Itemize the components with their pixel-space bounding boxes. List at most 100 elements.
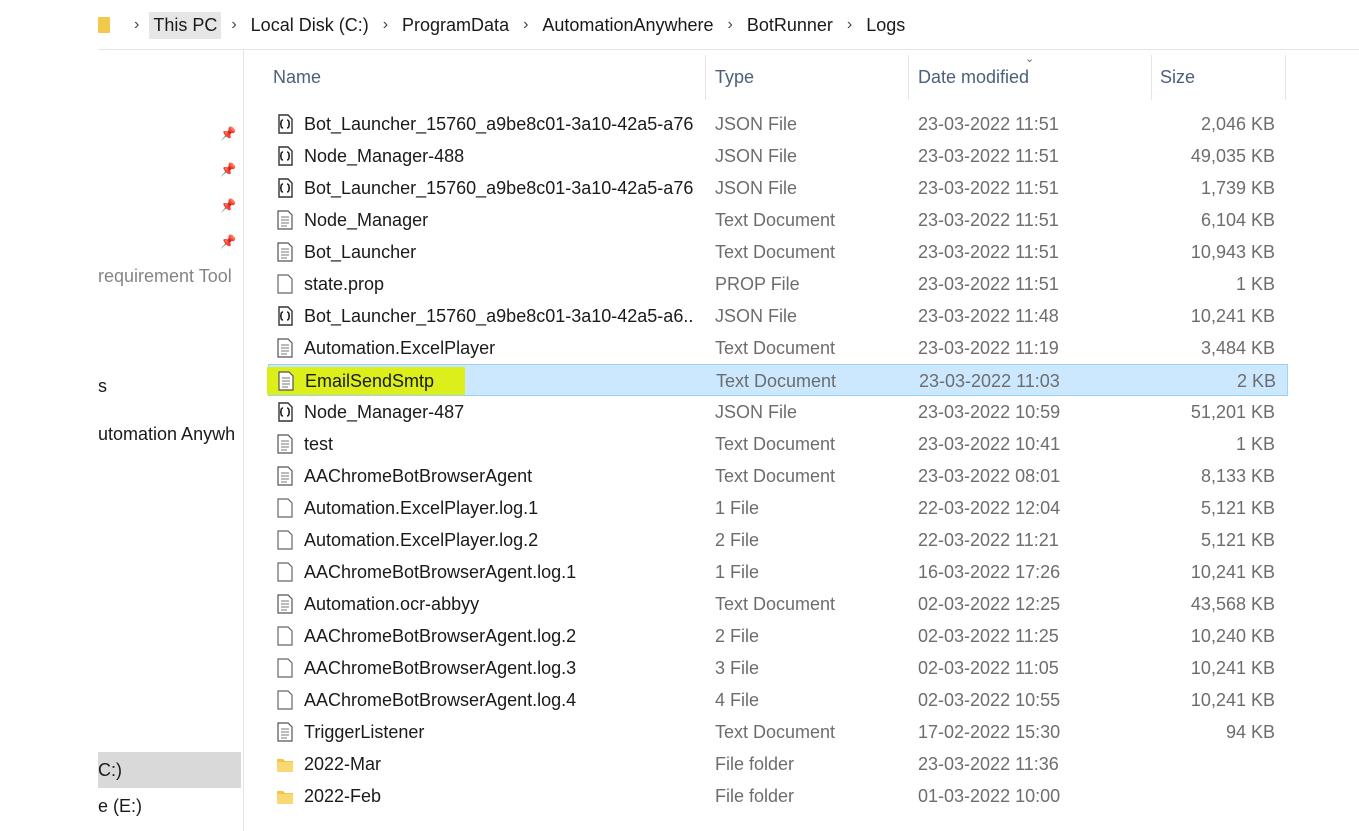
file-row[interactable]: Bot_Launcher_15760_a9be8c01-3a10-42a5-a6… — [268, 300, 1288, 332]
file-row[interactable]: Bot_Launcher_15760_a9be8c01-3a10-42a5-a7… — [268, 172, 1288, 204]
column-header-name[interactable]: Name — [273, 55, 703, 100]
file-name[interactable]: 2022-Mar — [304, 748, 694, 780]
file-date-modified: 23-03-2022 11:03 — [919, 371, 1060, 391]
pin-icon[interactable]: 📌 — [220, 198, 236, 213]
chevron-right-icon[interactable]: › — [134, 16, 139, 34]
column-divider[interactable] — [908, 55, 909, 100]
file-size: 8,133 KB — [1200, 466, 1275, 486]
chevron-right-icon[interactable]: › — [383, 16, 388, 34]
file-type: PROP File — [715, 274, 800, 294]
file-row[interactable]: AAChromeBotBrowserAgent Text Document 23-0… — [268, 460, 1288, 492]
file-type: Text Document — [716, 371, 837, 391]
blank-file-icon — [276, 530, 294, 550]
breadcrumb-programdata[interactable]: ProgramData — [398, 12, 513, 39]
file-row[interactable]: TriggerListener Text Document 17-02-2022 1… — [268, 716, 1288, 748]
column-header-size[interactable]: Size — [1160, 55, 1280, 100]
file-date-modified: 02-03-2022 11:05 — [918, 658, 1059, 678]
file-row[interactable]: Automation.ExcelPlayer.log.2 2 File 22-03-… — [268, 524, 1288, 556]
file-name[interactable]: 2022-Feb — [304, 780, 694, 812]
chevron-right-icon[interactable]: › — [847, 16, 852, 34]
folder-icon — [276, 786, 294, 806]
column-header-type[interactable]: Type — [715, 55, 905, 100]
file-row[interactable]: Automation.ExcelPlayer Text Document 23-03… — [268, 332, 1288, 364]
column-divider[interactable] — [1285, 55, 1286, 100]
file-row[interactable]: 2022-Mar File folder 23-03-2022 11:36 — [268, 748, 1288, 780]
chevron-right-icon[interactable]: › — [231, 16, 236, 34]
nav-item-automation-anywhere[interactable]: utomation Anywh — [98, 424, 235, 445]
file-row[interactable]: Automation.ExcelPlayer.log.1 1 File 22-03-… — [268, 492, 1288, 524]
breadcrumb-automationanywhere[interactable]: AutomationAnywhere — [538, 12, 717, 39]
file-name[interactable]: EmailSendSmtp — [305, 365, 695, 397]
breadcrumb-botrunner[interactable]: BotRunner — [743, 12, 837, 39]
file-name[interactable]: Automation.ExcelPlayer.log.1 — [304, 492, 694, 524]
file-name[interactable]: Automation.ocr-abbyy — [304, 588, 694, 620]
file-date-modified: 23-03-2022 11:51 — [918, 274, 1059, 294]
pin-icon[interactable]: 📌 — [220, 162, 236, 177]
chevron-right-icon[interactable]: › — [523, 16, 528, 34]
file-name[interactable]: Bot_Launcher_15760_a9be8c01-3a10-42a5-a7… — [304, 172, 694, 204]
pin-icon[interactable]: 📌 — [220, 126, 236, 141]
nav-item-requirement-tool[interactable]: requirement Tool — [98, 266, 232, 287]
file-row[interactable]: Automation.ocr-abbyy Text Document 02-03-2… — [268, 588, 1288, 620]
file-name[interactable]: AAChromeBotBrowserAgent.log.4 — [304, 684, 694, 716]
file-row[interactable]: Bot_Launcher_15760_a9be8c01-3a10-42a5-a7… — [268, 108, 1288, 140]
file-name[interactable]: Bot_Launcher_15760_a9be8c01-3a10-42a5-a7… — [304, 108, 694, 140]
file-name[interactable]: Bot_Launcher_15760_a9be8c01-3a10-42a5-a6… — [304, 300, 694, 332]
nav-item-drive-e[interactable]: e (E:) — [98, 796, 142, 817]
breadcrumb-this-pc[interactable]: This PC — [149, 11, 222, 39]
file-name[interactable]: TriggerListener — [304, 716, 694, 748]
nav-item-s[interactable]: s — [98, 376, 107, 397]
file-date-modified: 23-03-2022 11:36 — [918, 754, 1059, 774]
file-type: Text Document — [715, 434, 836, 454]
file-row[interactable]: 2022-Feb File folder 01-03-2022 10:00 — [268, 780, 1288, 812]
file-name[interactable]: AAChromeBotBrowserAgent.log.1 — [304, 556, 694, 588]
breadcrumb-logs[interactable]: Logs — [862, 12, 909, 39]
file-name[interactable]: AAChromeBotBrowserAgent — [304, 460, 694, 492]
file-type: 3 File — [715, 658, 760, 678]
file-row[interactable]: Bot_Launcher Text Document 23-03-2022 11:5… — [268, 236, 1288, 268]
file-row[interactable]: state.prop PROP File 23-03-2022 11:51 1 KB — [268, 268, 1288, 300]
file-row[interactable]: test Text Document 23-03-2022 10:41 1 KB — [268, 428, 1288, 460]
folder-icon — [98, 17, 110, 33]
file-name[interactable]: Node_Manager-487 — [304, 396, 694, 428]
file-name[interactable]: Node_Manager — [304, 204, 694, 236]
file-date-modified: 23-03-2022 11:51 — [918, 210, 1059, 230]
chevron-right-icon[interactable]: › — [728, 16, 733, 34]
file-row[interactable]: AAChromeBotBrowserAgent.log.2 2 File 02-03… — [268, 620, 1288, 652]
text-file-icon — [276, 722, 294, 742]
file-row[interactable]: Node_Manager-488 JSON File 23-03-2022 11:5… — [268, 140, 1288, 172]
column-divider[interactable] — [705, 55, 706, 100]
file-size: 3,484 KB — [1200, 338, 1275, 358]
file-size: 10,241 KB — [1190, 562, 1275, 582]
file-row[interactable]: EmailSendSmtp Text Document 23-03-2022 11:… — [267, 364, 1288, 397]
file-size: 10,241 KB — [1190, 658, 1275, 678]
pin-icon[interactable]: 📌 — [220, 234, 236, 249]
file-date-modified: 23-03-2022 08:01 — [918, 466, 1061, 486]
blank-file-icon — [276, 562, 294, 582]
file-row[interactable]: AAChromeBotBrowserAgent.log.1 1 File 16-03… — [268, 556, 1288, 588]
file-name[interactable]: Automation.ExcelPlayer — [304, 332, 694, 364]
file-name[interactable]: AAChromeBotBrowserAgent.log.3 — [304, 652, 694, 684]
file-name[interactable]: Node_Manager-488 — [304, 140, 694, 172]
breadcrumb: › This PC › Local Disk (C:) › ProgramDat… — [98, 0, 1359, 50]
json-file-icon — [276, 306, 294, 326]
breadcrumb-local-disk[interactable]: Local Disk (C:) — [247, 12, 373, 39]
file-name[interactable]: test — [304, 428, 694, 460]
file-name[interactable]: Bot_Launcher — [304, 236, 694, 268]
text-file-icon — [276, 338, 294, 358]
file-type: 4 File — [715, 690, 760, 710]
file-type: 1 File — [715, 498, 760, 518]
file-row[interactable]: AAChromeBotBrowserAgent.log.3 3 File 02-03… — [268, 652, 1288, 684]
file-date-modified: 23-03-2022 10:59 — [918, 402, 1061, 422]
file-row[interactable]: AAChromeBotBrowserAgent.log.4 4 File 02-03… — [268, 684, 1288, 716]
file-row[interactable]: Node_Manager Text Document 23-03-2022 11:5… — [268, 204, 1288, 236]
file-type: 2 File — [715, 626, 760, 646]
column-divider[interactable] — [1151, 55, 1152, 100]
column-header-date-modified[interactable]: Date modified — [918, 55, 1148, 100]
file-name[interactable]: state.prop — [304, 268, 694, 300]
file-name[interactable]: Automation.ExcelPlayer.log.2 — [304, 524, 694, 556]
file-name[interactable]: AAChromeBotBrowserAgent.log.2 — [304, 620, 694, 652]
nav-item-local-disk[interactable]: C:) — [98, 760, 122, 781]
folder-icon — [276, 754, 294, 774]
file-row[interactable]: Node_Manager-487 JSON File 23-03-2022 10:5… — [268, 396, 1288, 428]
